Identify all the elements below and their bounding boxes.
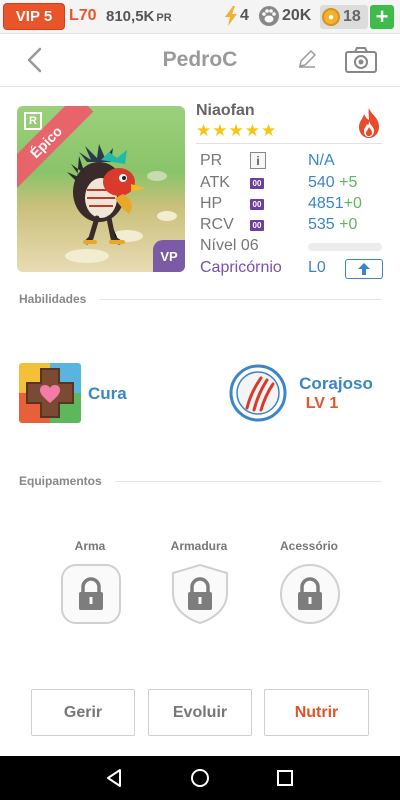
- rcv-level-badge: 00: [250, 220, 264, 231]
- hp-row: HP 00 4851+0: [200, 195, 384, 215]
- atk-level-badge: 00: [250, 178, 264, 189]
- manage-button[interactable]: Gerir: [31, 689, 135, 736]
- accessory-slot-label: Acessório: [279, 539, 339, 553]
- rcv-label: RCV: [200, 216, 234, 233]
- zodiac-level: L0: [308, 259, 326, 276]
- feed-button[interactable]: Nutrir: [264, 689, 369, 736]
- pr-unit: PR: [156, 12, 172, 24]
- heal-skill-icon[interactable]: [19, 363, 81, 423]
- zodiac-row: Capricórnio L0: [200, 259, 384, 279]
- weapon-slot-lock-icon[interactable]: [60, 563, 122, 625]
- star-icon: ★: [244, 121, 260, 140]
- atk-bonus: +5: [339, 174, 358, 191]
- coin-value: 18: [343, 8, 361, 25]
- rcv-row: RCV 00 535 +0: [200, 216, 384, 236]
- armor-slot-label: Armadura: [170, 539, 228, 553]
- page-title: PedroC: [162, 48, 238, 71]
- pr-value: 810,5K: [106, 8, 155, 25]
- active-skill-name[interactable]: Cura: [88, 384, 127, 404]
- skills-section-title: Habilidades: [19, 292, 87, 306]
- skills-divider: [100, 299, 382, 300]
- atk-value: 540: [308, 174, 335, 191]
- energy-value: 4: [240, 7, 249, 24]
- hp-value-group: 4851+0: [308, 195, 362, 213]
- vip-badge[interactable]: VIP 5: [3, 3, 65, 30]
- hp-value: 4851: [308, 195, 344, 212]
- energy-counter[interactable]: 4: [224, 6, 249, 26]
- zodiac-upgrade-button[interactable]: [345, 259, 383, 279]
- rcv-value: 535: [308, 216, 335, 233]
- header-divider: [0, 86, 400, 87]
- top-status-bar: VIP 5 L70 810,5K PR 4 20K ● 18 +: [0, 0, 400, 34]
- star-icon: ★: [228, 121, 244, 140]
- star-rating: ★ ★ ★ ★ ★: [196, 122, 276, 140]
- pr-label: PR: [200, 152, 223, 169]
- paw-icon: [259, 6, 279, 26]
- rarity-r-icon: R: [24, 112, 42, 130]
- accessory-slot-lock-icon[interactable]: [279, 563, 341, 625]
- zodiac-label: Capricórnio: [200, 259, 282, 276]
- atk-row: ATK 00 540 +5: [200, 174, 384, 194]
- rcv-bonus: +0: [339, 216, 358, 233]
- monster-portrait: [67, 144, 145, 245]
- leader-skill-level: LV 1: [305, 395, 339, 412]
- nav-back-icon[interactable]: [104, 768, 124, 788]
- arrow-up-icon: [358, 263, 370, 275]
- hp-level-badge: 00: [250, 199, 264, 210]
- evolve-button[interactable]: Evoluir: [148, 689, 252, 736]
- xp-progress-bar: [308, 243, 382, 251]
- info-divider: [196, 143, 382, 144]
- hp-bonus: +0: [343, 195, 362, 212]
- pencil-icon[interactable]: [296, 48, 318, 70]
- atk-label: ATK: [200, 174, 230, 191]
- add-currency-button[interactable]: +: [370, 5, 394, 29]
- lightning-icon: [225, 6, 237, 26]
- claw-skill-icon[interactable]: [229, 364, 287, 422]
- armor-slot-lock-icon[interactable]: [169, 563, 231, 625]
- star-icon: ★: [212, 121, 228, 140]
- equipment-divider: [115, 481, 382, 482]
- monster-name: Niaofan: [196, 102, 255, 119]
- atk-value-group: 540 +5: [308, 174, 357, 192]
- player-level: L70: [69, 7, 97, 24]
- level-row: Nível 06: [200, 237, 384, 257]
- star-icon: ★: [261, 121, 277, 140]
- page-header: PedroC: [0, 36, 400, 84]
- equipment-section-title: Equipamentos: [19, 474, 102, 488]
- monster-card[interactable]: R Épico VP: [17, 106, 185, 272]
- pr-row: PR i N/A: [200, 152, 384, 172]
- camera-icon[interactable]: [344, 46, 378, 74]
- vp-badge: VP: [153, 240, 185, 272]
- star-icon: ★: [196, 121, 212, 140]
- coin-counter[interactable]: ● 18: [320, 5, 368, 29]
- level-label: Nível 06: [200, 237, 259, 254]
- nav-recents-icon[interactable]: [275, 768, 295, 788]
- player-pr: 810,5K PR: [106, 8, 172, 25]
- paw-value: 20K: [282, 7, 312, 24]
- leader-skill-name[interactable]: Corajoso: [292, 374, 380, 394]
- info-icon[interactable]: i: [250, 152, 266, 169]
- paw-counter[interactable]: 20K: [258, 6, 311, 26]
- nav-home-icon[interactable]: [190, 768, 210, 788]
- weapon-slot-label: Arma: [74, 539, 106, 553]
- fire-element-icon: [359, 108, 379, 138]
- pr-value: N/A: [308, 152, 335, 169]
- rcv-value-group: 535 +0: [308, 216, 357, 234]
- hp-label: HP: [200, 195, 223, 212]
- coin-icon: ●: [322, 8, 340, 26]
- system-navigation-bar: [0, 756, 400, 800]
